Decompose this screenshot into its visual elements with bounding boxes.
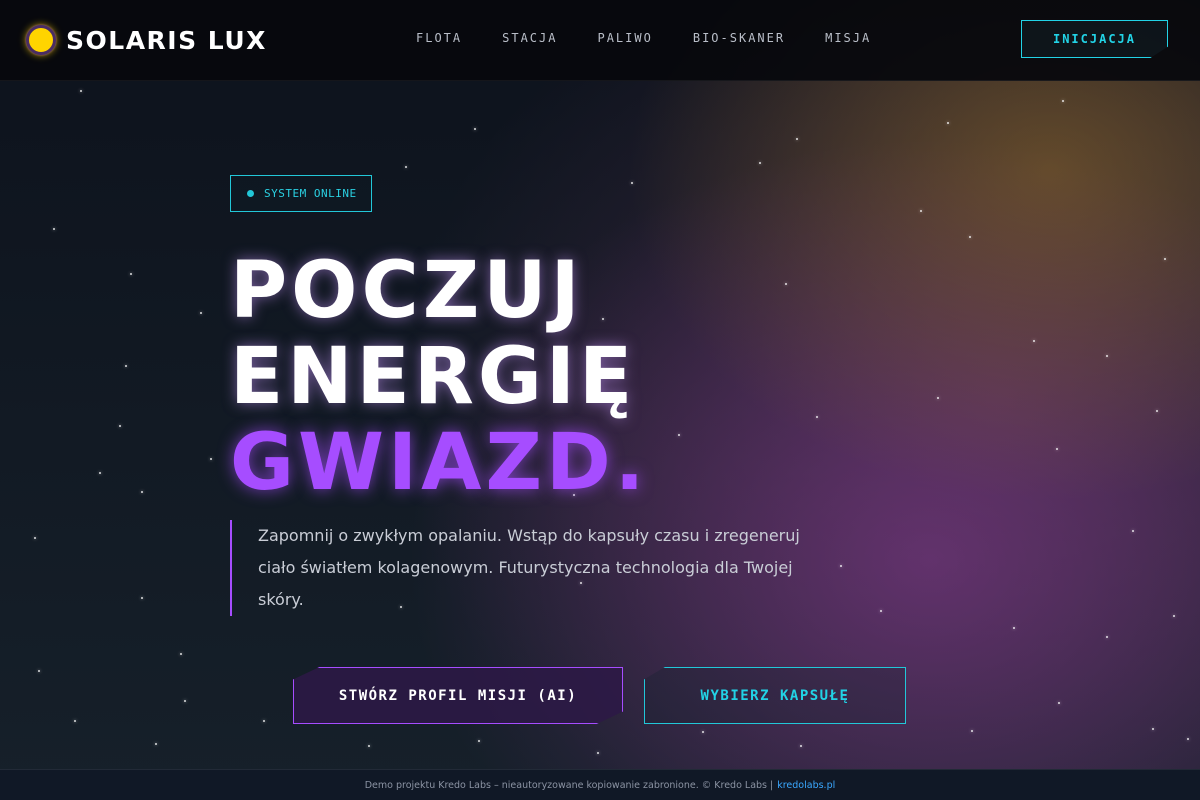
star (210, 458, 212, 460)
headline-accent: GWIAZD. (230, 418, 649, 508)
star (180, 653, 182, 655)
star (1132, 530, 1134, 532)
create-mission-profile-button[interactable]: STWÓRZ PROFIL MISJI (AI) (293, 667, 623, 724)
star (969, 236, 971, 238)
star (631, 182, 633, 184)
hero-headline: POCZUJ ENERGIĘ GWIAZD. (230, 248, 648, 506)
star (816, 416, 818, 418)
main-nav: FLOTA STACJA PALIWO BIO-SKANER MISJA (416, 31, 911, 45)
page: SOLARIS LUX FLOTA STACJA PALIWO BIO-SKAN… (0, 0, 1200, 800)
sun-icon (26, 25, 56, 55)
footer: Demo projektu Kredo Labs – nieautoryzowa… (0, 769, 1200, 800)
star (125, 365, 127, 367)
top-navbar: SOLARIS LUX FLOTA STACJA PALIWO BIO-SKAN… (0, 0, 1200, 81)
star (937, 397, 939, 399)
star (678, 434, 680, 436)
star (141, 491, 143, 493)
choose-capsule-button[interactable]: WYBIERZ KAPSUŁĘ (644, 667, 906, 724)
star (1106, 636, 1108, 638)
star (119, 425, 121, 427)
star (155, 743, 157, 745)
star (478, 740, 480, 742)
star (263, 720, 265, 722)
star (99, 472, 101, 474)
star (405, 166, 407, 168)
star (1062, 100, 1064, 102)
star (1187, 738, 1189, 740)
footer-text: Demo projektu Kredo Labs – nieautoryzowa… (364, 780, 774, 791)
status-text: SYSTEM ONLINE (264, 187, 357, 200)
star (1058, 702, 1060, 704)
star (947, 122, 949, 124)
star (368, 745, 370, 747)
brand-name: SOLARIS LUX (66, 25, 267, 55)
hero-description: Zapomnij o zwykłym opalaniu. Wstąp do ka… (230, 520, 810, 616)
headline-line-1: POCZUJ (230, 246, 584, 336)
star (474, 128, 476, 130)
star (200, 312, 202, 314)
star (840, 565, 842, 567)
star (1106, 355, 1108, 357)
nav-item-flota[interactable]: FLOTA (416, 31, 462, 45)
nav-item-stacja[interactable]: STACJA (502, 31, 557, 45)
footer-link[interactable]: kredolabs.pl (777, 780, 835, 791)
star (1164, 258, 1166, 260)
star (141, 597, 143, 599)
star (74, 720, 76, 722)
star (1173, 615, 1175, 617)
nav-item-paliwo[interactable]: PALIWO (597, 31, 652, 45)
star (184, 700, 186, 702)
star (53, 228, 55, 230)
star (971, 730, 973, 732)
star (1013, 627, 1015, 629)
star (1056, 448, 1058, 450)
headline-line-2: ENERGIĘ (230, 332, 637, 422)
star (785, 283, 787, 285)
star (597, 752, 599, 754)
brand-logo[interactable]: SOLARIS LUX (26, 24, 267, 56)
star (80, 90, 82, 92)
star (1033, 340, 1035, 342)
star (34, 537, 36, 539)
inicjacja-button[interactable]: INICJACJA (1021, 20, 1168, 58)
status-badge: SYSTEM ONLINE (230, 175, 372, 212)
star (1152, 728, 1154, 730)
star (759, 162, 761, 164)
nav-item-misja[interactable]: MISJA (825, 31, 871, 45)
nav-item-bio-skaner[interactable]: BIO-SKANER (693, 31, 785, 45)
status-dot-icon (247, 190, 254, 197)
star (702, 731, 704, 733)
star (796, 138, 798, 140)
star (130, 273, 132, 275)
star (800, 745, 802, 747)
star (38, 670, 40, 672)
star (1156, 410, 1158, 412)
star (880, 610, 882, 612)
star (920, 210, 922, 212)
